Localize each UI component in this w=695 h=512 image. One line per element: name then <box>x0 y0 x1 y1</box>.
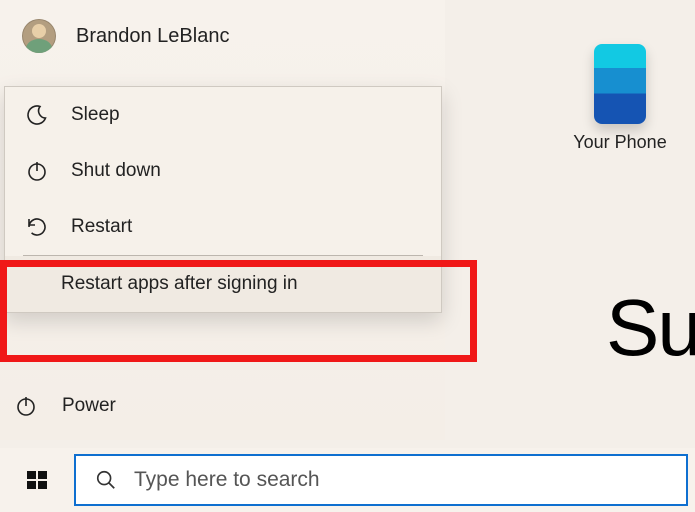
power-label: Power <box>62 395 116 417</box>
restart-apps-label: Restart apps after signing in <box>61 273 298 295</box>
power-icon <box>25 159 49 183</box>
your-phone-tile[interactable]: Your Phone <box>560 44 680 153</box>
shutdown-item[interactable]: Shut down <box>5 143 441 199</box>
taskbar-search[interactable] <box>74 454 688 506</box>
user-name: Brandon LeBlanc <box>76 25 229 48</box>
user-account-row[interactable]: Brandon LeBlanc <box>0 0 445 72</box>
power-icon <box>14 394 38 418</box>
start-button[interactable] <box>0 448 74 512</box>
taskbar <box>0 448 695 512</box>
power-button[interactable]: Power <box>14 378 116 434</box>
restart-item[interactable]: Restart <box>5 199 441 255</box>
restart-apps-item[interactable]: Restart apps after signing in <box>5 256 441 312</box>
phone-icon <box>594 44 646 124</box>
windows-logo-icon <box>25 468 49 492</box>
sleep-label: Sleep <box>71 104 120 126</box>
avatar <box>22 19 56 53</box>
restart-icon <box>25 215 49 239</box>
search-input[interactable] <box>134 468 634 492</box>
partial-surface-text: Su <box>606 282 695 374</box>
your-phone-label: Your Phone <box>560 132 680 153</box>
search-icon <box>94 468 118 492</box>
sleep-icon <box>25 103 49 127</box>
shutdown-label: Shut down <box>71 160 161 182</box>
power-context-menu: Sleep Shut down Restart Restart apps af <box>4 86 442 313</box>
start-panel: Brandon LeBlanc Sleep Shut down <box>0 0 445 440</box>
sleep-item[interactable]: Sleep <box>5 87 441 143</box>
restart-label: Restart <box>71 216 132 238</box>
